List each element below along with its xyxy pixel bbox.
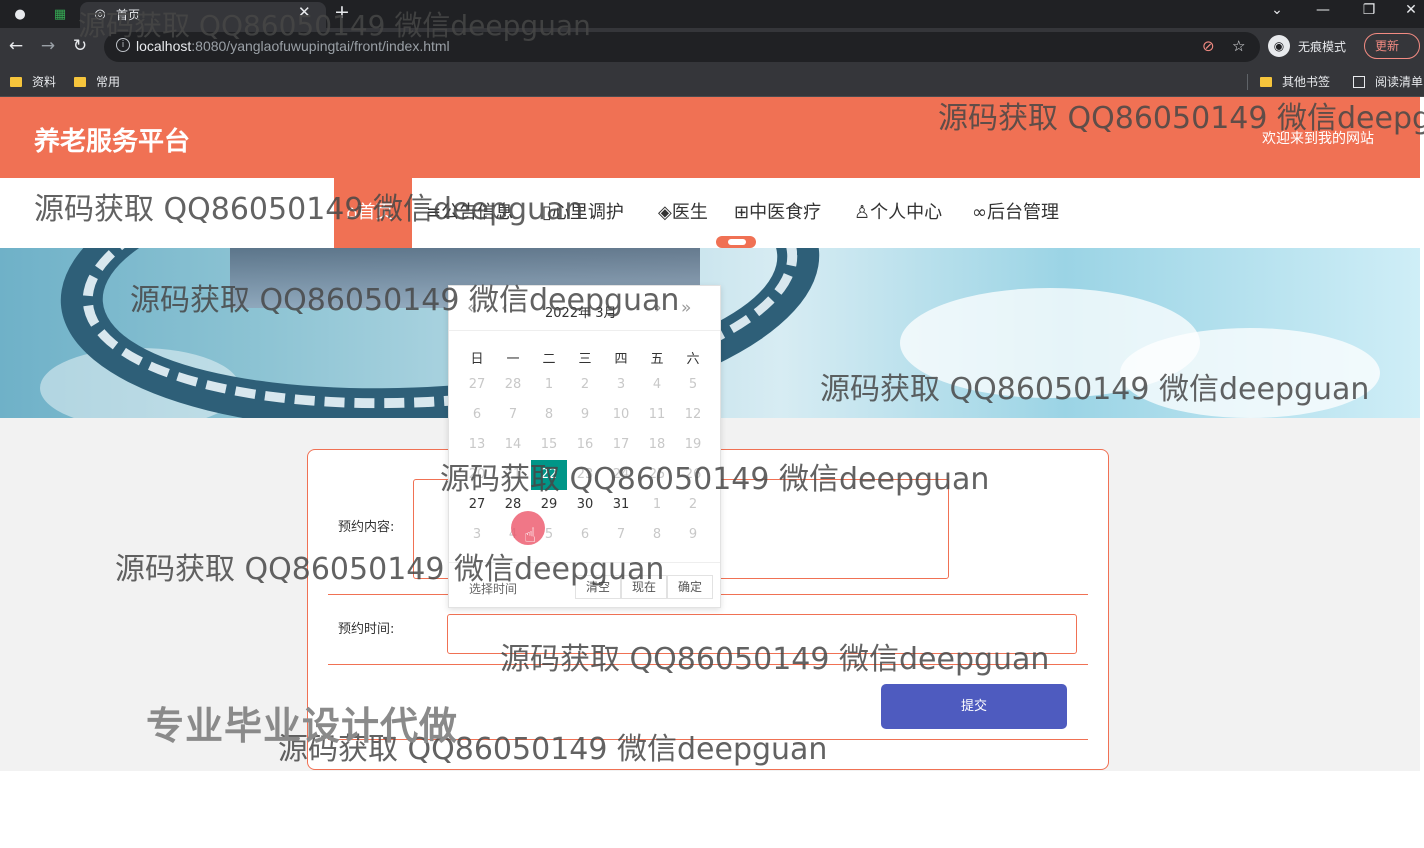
- watermark: 源码获取 QQ86050149 微信deepguan: [500, 642, 1050, 677]
- update-button[interactable]: 更新: [1364, 33, 1420, 59]
- site-title: 养老服务平台: [34, 127, 191, 157]
- day-cell[interactable]: 1: [531, 370, 567, 400]
- watermark: 源码获取 QQ86050149 微信deepguan: [78, 9, 591, 42]
- watermark: 源码获取 QQ86050149 微信deepguan: [130, 283, 680, 318]
- day-cell[interactable]: 9: [675, 520, 711, 550]
- weekday-label: 四: [614, 352, 628, 367]
- watermark: 源码获取 QQ86050149 微信deepguan: [938, 101, 1424, 136]
- nav-doctors[interactable]: ◈医生: [658, 178, 708, 248]
- day-cell[interactable]: 10: [603, 400, 639, 430]
- folder-icon: [10, 76, 22, 87]
- incognito-indicator[interactable]: ◉ 无痕模式: [1268, 34, 1346, 58]
- folder-icon: [74, 76, 86, 87]
- bookmark-divider: [1247, 74, 1248, 90]
- carousel-indicator[interactable]: [716, 236, 756, 248]
- bookmark-folder-changyong[interactable]: 常用: [74, 73, 120, 90]
- time-label: 预约时间:: [338, 622, 395, 637]
- watermark: 源码获取 QQ86050149 微信deepguan: [34, 192, 584, 227]
- nav-admin[interactable]: ∞后台管理: [972, 178, 1059, 248]
- weekday-label: 二: [542, 352, 556, 367]
- content-label: 预约内容:: [338, 520, 395, 535]
- day-cell[interactable]: 6: [459, 400, 495, 430]
- reading-list-icon: [1353, 75, 1365, 88]
- layers-icon: ◈: [658, 202, 672, 223]
- day-cell[interactable]: 27: [459, 370, 495, 400]
- bookmark-folder-ziliao[interactable]: 资料: [10, 73, 56, 90]
- day-cell[interactable]: 28: [495, 370, 531, 400]
- day-cell[interactable]: 12: [675, 400, 711, 430]
- day-cell[interactable]: 2: [567, 370, 603, 400]
- tab-search-icon[interactable]: ⌄: [1262, 2, 1292, 24]
- bookmark-star-icon[interactable]: ☆: [1232, 37, 1245, 55]
- weekday-header: 日一二三四五六: [459, 348, 711, 367]
- nav-personal-center[interactable]: ♙个人中心: [854, 178, 942, 248]
- link-icon: ∞: [972, 202, 987, 223]
- weekday-label: 六: [686, 352, 700, 367]
- watermark: 源码获取 QQ86050149 微信deepguan: [820, 372, 1370, 407]
- day-cell[interactable]: 9: [567, 400, 603, 430]
- confirm-button[interactable]: 确定: [667, 575, 713, 599]
- minimize-icon[interactable]: —: [1308, 2, 1338, 24]
- chrome-icon[interactable]: ●: [10, 4, 30, 24]
- banner-watermark: 专业毕业设计代做: [146, 704, 459, 748]
- translate-blocked-icon[interactable]: ⊘: [1202, 37, 1215, 55]
- incognito-label: 无痕模式: [1298, 39, 1347, 54]
- day-cell[interactable]: 4: [639, 370, 675, 400]
- restore-icon[interactable]: ❐: [1354, 2, 1384, 24]
- day-cell[interactable]: 3: [603, 370, 639, 400]
- weekday-label: 一: [506, 352, 520, 367]
- day-cell[interactable]: 7: [495, 400, 531, 430]
- submit-button[interactable]: 提交: [881, 684, 1067, 729]
- day-cell[interactable]: 11: [639, 400, 675, 430]
- weekday-label: 三: [578, 352, 592, 367]
- day-cell[interactable]: 8: [531, 400, 567, 430]
- weekday-label: 五: [650, 352, 664, 367]
- user-icon: ♙: [854, 202, 871, 223]
- weekday-label: 日: [470, 352, 484, 367]
- forward-icon[interactable]: →: [36, 34, 60, 58]
- day-cell[interactable]: 5: [675, 370, 711, 400]
- folder-icon: [1260, 76, 1272, 87]
- grid-icon: ⊞: [734, 202, 750, 223]
- reading-list[interactable]: 阅读清单: [1353, 73, 1423, 90]
- window-close-icon[interactable]: ✕: [1396, 2, 1424, 24]
- watermark: 源码获取 QQ86050149 微信deepguan: [115, 552, 665, 587]
- sheets-tab-icon[interactable]: ▦: [50, 4, 70, 24]
- watermark: 源码获取 QQ86050149 微信deepguan: [440, 462, 990, 497]
- incognito-icon: ◉: [1268, 35, 1290, 57]
- other-bookmarks[interactable]: 其他书签: [1260, 73, 1330, 90]
- next-year-icon[interactable]: »: [681, 298, 691, 318]
- back-icon[interactable]: ←: [4, 34, 28, 58]
